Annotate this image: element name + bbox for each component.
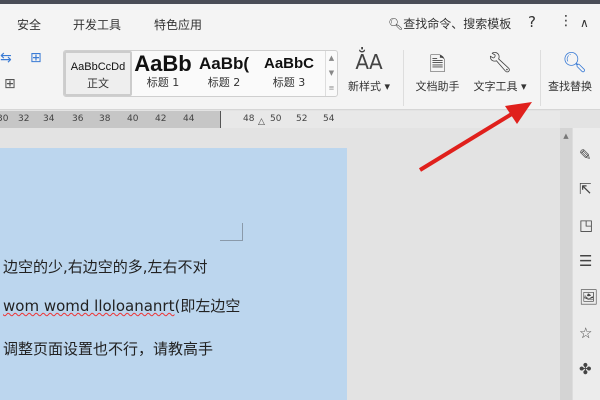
red-annotation-arrow [418, 102, 532, 172]
